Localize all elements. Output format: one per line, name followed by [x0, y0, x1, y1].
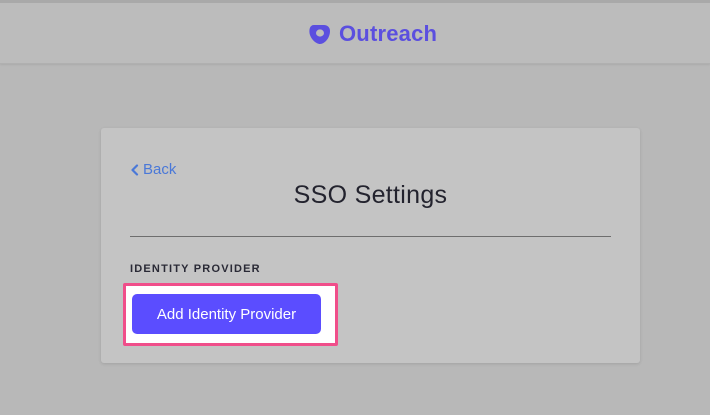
top-bar: Outreach — [0, 0, 710, 64]
outreach-logo[interactable]: Outreach — [308, 22, 437, 46]
page-title: SSO Settings — [293, 181, 448, 209]
divider — [130, 236, 611, 237]
add-identity-provider-button[interactable]: Add Identity Provider — [132, 294, 321, 334]
back-label: Back — [143, 161, 177, 178]
sso-settings-card: Back SSO Settings IDENTITY PROVIDER Add … — [101, 128, 640, 363]
brand-name: Outreach — [339, 21, 438, 46]
outreach-logo-icon — [309, 25, 330, 44]
chevron-left-icon — [131, 163, 139, 176]
highlight-box: Add Identity Provider — [123, 283, 338, 346]
back-link[interactable]: Back — [130, 161, 176, 178]
section-label-identity-provider: IDENTITY PROVIDER — [130, 263, 261, 275]
